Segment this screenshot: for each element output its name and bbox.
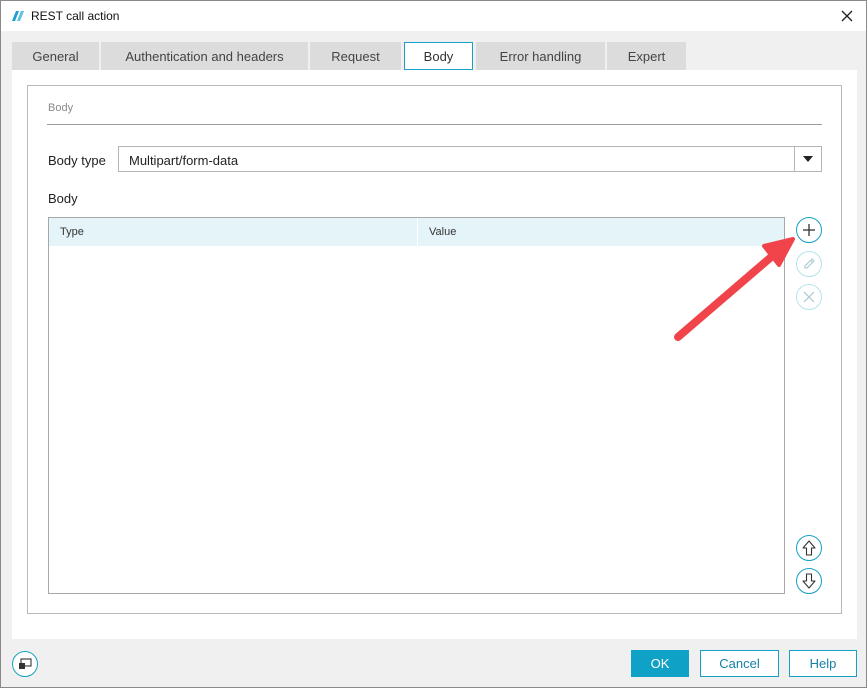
tab-authentication-and-headers[interactable]: Authentication and headers (101, 42, 309, 70)
help-button[interactable]: Help (789, 650, 857, 677)
move-down-button[interactable] (796, 568, 822, 594)
body-groupbox: Body Body type Multipart/form-data Body … (27, 85, 842, 614)
title-bar: REST call action (1, 1, 866, 31)
ok-button[interactable]: OK (631, 650, 689, 677)
plus-icon (803, 224, 815, 236)
pencil-icon (804, 258, 815, 269)
tab-expert[interactable]: Expert (607, 42, 687, 70)
dropdown-button[interactable] (794, 147, 821, 171)
tab-content-panel: Body Body type Multipart/form-data Body … (12, 70, 857, 639)
body-type-select[interactable]: Multipart/form-data (118, 146, 822, 172)
window-layout-icon (19, 658, 32, 669)
close-x-icon (803, 291, 815, 303)
arrow-down-icon (802, 573, 816, 589)
caret-down-icon (803, 156, 813, 162)
column-header-value[interactable]: Value (418, 218, 784, 246)
delete-button[interactable] (796, 284, 822, 310)
app-logo-icon (11, 10, 25, 22)
arrow-up-icon (802, 540, 816, 556)
section-title: Body (48, 102, 74, 114)
column-header-type[interactable]: Type (49, 218, 417, 246)
edit-button[interactable] (796, 251, 822, 277)
window-title: REST call action (31, 9, 120, 23)
close-button[interactable] (834, 4, 860, 28)
window-mode-button[interactable] (12, 651, 38, 677)
dialog-window: REST call action General Authentication … (0, 0, 867, 688)
body-table-label: Body (48, 191, 78, 206)
tab-general[interactable]: General (12, 42, 100, 70)
cancel-button[interactable]: Cancel (700, 650, 779, 677)
table-header: Type Value (49, 218, 784, 246)
body-type-label: Body type (48, 153, 106, 168)
add-button[interactable] (796, 217, 822, 243)
move-up-button[interactable] (796, 535, 822, 561)
body-parts-table[interactable]: Type Value (48, 217, 785, 594)
tab-request[interactable]: Request (310, 42, 402, 70)
close-icon (841, 10, 853, 22)
section-divider (47, 124, 822, 125)
tab-error-handling[interactable]: Error handling (476, 42, 606, 70)
body-type-value: Multipart/form-data (129, 153, 239, 168)
tab-body[interactable]: Body (404, 42, 473, 70)
